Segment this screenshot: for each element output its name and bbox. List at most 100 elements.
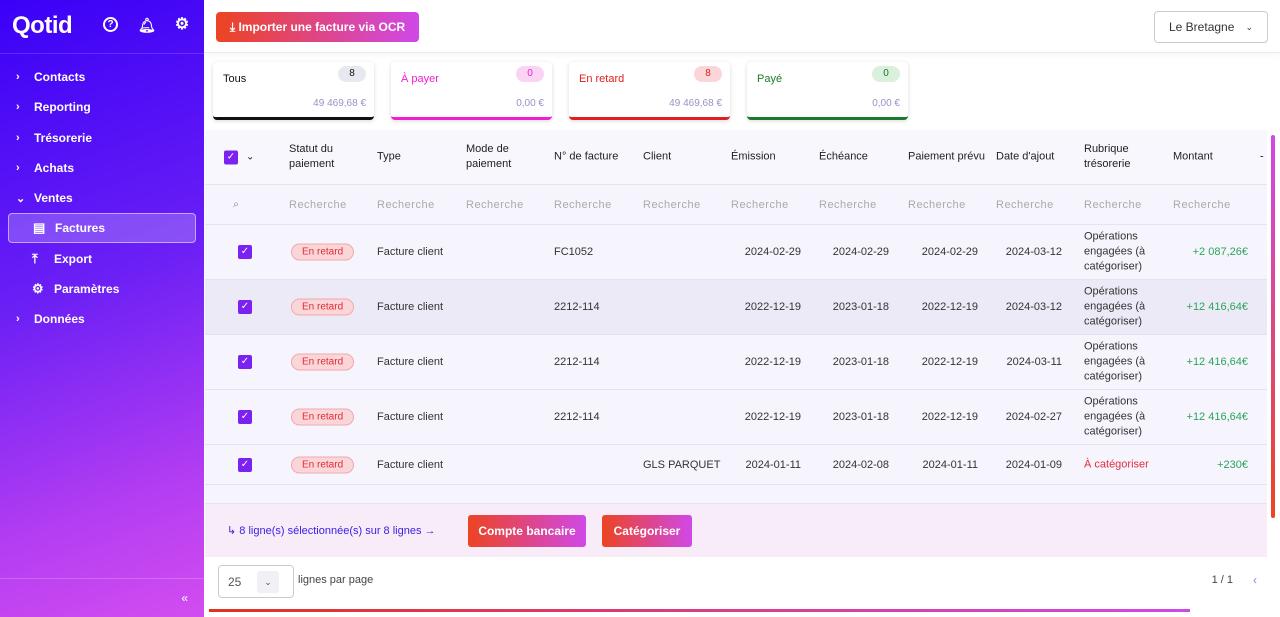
sidebar-item-achats[interactable]: › Achats [8, 153, 196, 183]
search-icon: ⌕ [233, 198, 240, 210]
column-header[interactable]: Date d'ajout [996, 150, 1074, 165]
chevron-icon: › [16, 71, 20, 83]
column-header[interactable]: Client [643, 150, 721, 165]
column-search-input[interactable]: Recherche [643, 199, 701, 211]
column-header[interactable]: Type [377, 150, 455, 165]
card-count: 8 [338, 66, 366, 82]
table-row[interactable]: ✓ En retard Facture client 2212-114 2022-12-… [205, 335, 1267, 390]
cell-montant: +12 416,64€ [1186, 301, 1248, 313]
status-card[interactable]: En retard 8 49 469,68 € [569, 62, 730, 120]
select-all-checkbox[interactable]: ✓ [224, 150, 238, 164]
column-search-input[interactable]: Recherche [377, 199, 435, 211]
column-header[interactable]: Paiement prévu [908, 150, 986, 165]
row-checkbox[interactable]: ✓ [238, 410, 252, 424]
column-search-input[interactable]: Recherche [466, 199, 524, 211]
cell-montant: +230€ [1217, 458, 1248, 471]
per-page-select[interactable]: 25 ⌄ [218, 565, 294, 598]
per-page-value: 25 [228, 575, 242, 589]
column-search-input[interactable]: Recherche [1173, 199, 1231, 211]
factures-icon: ▤ [33, 220, 46, 236]
status-cards: Tous 8 49 469,68 € À payer 0 0,00 € En retard 8… [213, 62, 908, 120]
bell-icon[interactable]: 🔔︎ [138, 17, 156, 33]
sidebar-item-donnees[interactable]: › Données [8, 304, 196, 334]
cell-rubrique: À catégoriser [1084, 458, 1149, 470]
column-header[interactable]: Rubrique trésorerie [1084, 142, 1162, 172]
categorize-button[interactable]: Catégoriser [602, 515, 692, 547]
help-icon[interactable]: ? [103, 17, 118, 32]
row-checkbox[interactable]: ✓ [238, 355, 252, 369]
table-row[interactable]: ✓ En retard Facture client 2212-114 2022-12-… [205, 280, 1267, 335]
column-header[interactable]: N° de facture [554, 150, 632, 165]
sidebar-item-label: Paramètres [54, 282, 120, 297]
invoices-table: ✓ ⌄ Statut du paiement Type Mode de paiement… [205, 130, 1267, 503]
row-checkbox[interactable]: ✓ [238, 245, 252, 259]
search-row: ⌕ Recherche Recherche Recherche Recherche Rec… [205, 185, 1267, 225]
collapse-sidebar-icon[interactable]: « [181, 591, 188, 605]
row-checkbox[interactable]: ✓ [238, 300, 252, 314]
status-card[interactable]: Payé 0 0,00 € [747, 62, 908, 120]
column-search-input[interactable]: Recherche [996, 199, 1054, 211]
sidebar-item-label: Trésorerie [34, 130, 93, 145]
column-search-input[interactable]: Recherche [908, 199, 966, 211]
gear-icon[interactable]: ⚙ [174, 17, 190, 33]
sidebar-item-label: Données [34, 312, 85, 327]
prev-page-icon[interactable]: ‹ [1253, 573, 1257, 587]
sidebar-item-reporting[interactable]: › Reporting [8, 92, 196, 122]
cell-type: Facture client [377, 458, 444, 471]
sidebar-item-parametres[interactable]: ⚙ Paramètres [8, 274, 196, 304]
table-row[interactable]: ✓ En retard Facture client GLS PARQUET 2024-… [205, 445, 1267, 485]
cell-rubrique: Opérations engagées (à catégoriser) [1084, 340, 1146, 383]
selection-count[interactable]: ↳ 8 ligne(s) sélectionnée(s) sur 8 ligne… [227, 524, 436, 537]
logo: Qotid [12, 12, 73, 39]
table-row[interactable]: ✓ En retard Facture client FC1052 2024-02-29… [205, 225, 1267, 280]
chevron-down-icon[interactable]: ⌄ [246, 150, 254, 165]
column-search-input[interactable]: Recherche [731, 199, 789, 211]
sidebar-item-tresorerie[interactable]: › Trésorerie [8, 123, 196, 153]
status-card[interactable]: À payer 0 0,00 € [391, 62, 552, 120]
chevron-icon: › [16, 313, 20, 326]
column-header[interactable]: Statut du paiement [289, 142, 367, 172]
sidebar-item-factures[interactable]: ▤ Factures [8, 213, 196, 244]
cell-emission: 2022-12-19 [744, 301, 801, 313]
column-header[interactable]: Émission [731, 150, 809, 165]
cell-ajout: 2024-03-12 [1005, 246, 1062, 258]
column-header[interactable]: Montant [1173, 150, 1257, 165]
status-badge: En retard [291, 408, 355, 426]
cell-type: Facture client [377, 356, 444, 368]
cell-prevu: 2022-12-19 [921, 411, 978, 423]
top-header: ⤓ Importer une facture via OCR Le Bretag… [204, 0, 1280, 53]
chevron-icon: › [16, 101, 20, 114]
cell-montant: +12 416,64€ [1186, 356, 1248, 368]
cell-num: 2212-114 [554, 411, 600, 423]
column-menu[interactable]: - [1260, 150, 1264, 165]
cell-montant: +12 416,64€ [1186, 411, 1248, 423]
cell-num: FC1052 [554, 246, 594, 258]
scrollbar[interactable] [1271, 135, 1275, 518]
select-all[interactable]: ✓ ⌄ [224, 150, 254, 165]
card-label: En retard [579, 73, 625, 85]
table-row[interactable]: ✓ En retard Facture client 2212-114 2022-12-… [205, 390, 1267, 445]
card-label: Payé [757, 73, 783, 85]
cell-emission: 2024-01-11 [745, 458, 801, 471]
card-count: 0 [516, 66, 544, 82]
sidebar-item-contacts[interactable]: › Contacts [8, 62, 196, 92]
status-card[interactable]: Tous 8 49 469,68 € [213, 62, 374, 120]
column-header[interactable]: Mode de paiement [466, 142, 544, 172]
sidebar-item-ventes[interactable]: ⌄ Ventes [8, 183, 196, 213]
column-search-input[interactable]: Recherche [819, 199, 877, 211]
cell-rubrique: Opérations engagées (à catégoriser) [1084, 285, 1146, 328]
column-header[interactable]: Échéance [819, 150, 897, 165]
bank-account-button[interactable]: Compte bancaire [468, 515, 586, 547]
table-row[interactable]: ✓En retardFacture clientVirement2308-195… [205, 485, 1267, 503]
column-search-input[interactable]: Recherche [289, 199, 347, 211]
company-select[interactable]: Le Bretagne ⌄ [1154, 11, 1268, 43]
column-search-input[interactable]: Recherche [554, 199, 612, 211]
cell-num: 2212-114 [554, 356, 600, 368]
chevron-down-icon: ⌄ [1245, 22, 1253, 32]
sidebar-item-export[interactable]: ⤒ Export [8, 244, 196, 274]
cell-prevu: 2024-01-11 [922, 458, 978, 471]
import-ocr-button[interactable]: ⤓ Importer une facture via OCR [216, 12, 419, 42]
column-search-input[interactable]: Recherche [1084, 199, 1142, 211]
row-checkbox[interactable]: ✓ [238, 457, 252, 472]
chevron-down-icon: ⌄ [257, 571, 279, 593]
